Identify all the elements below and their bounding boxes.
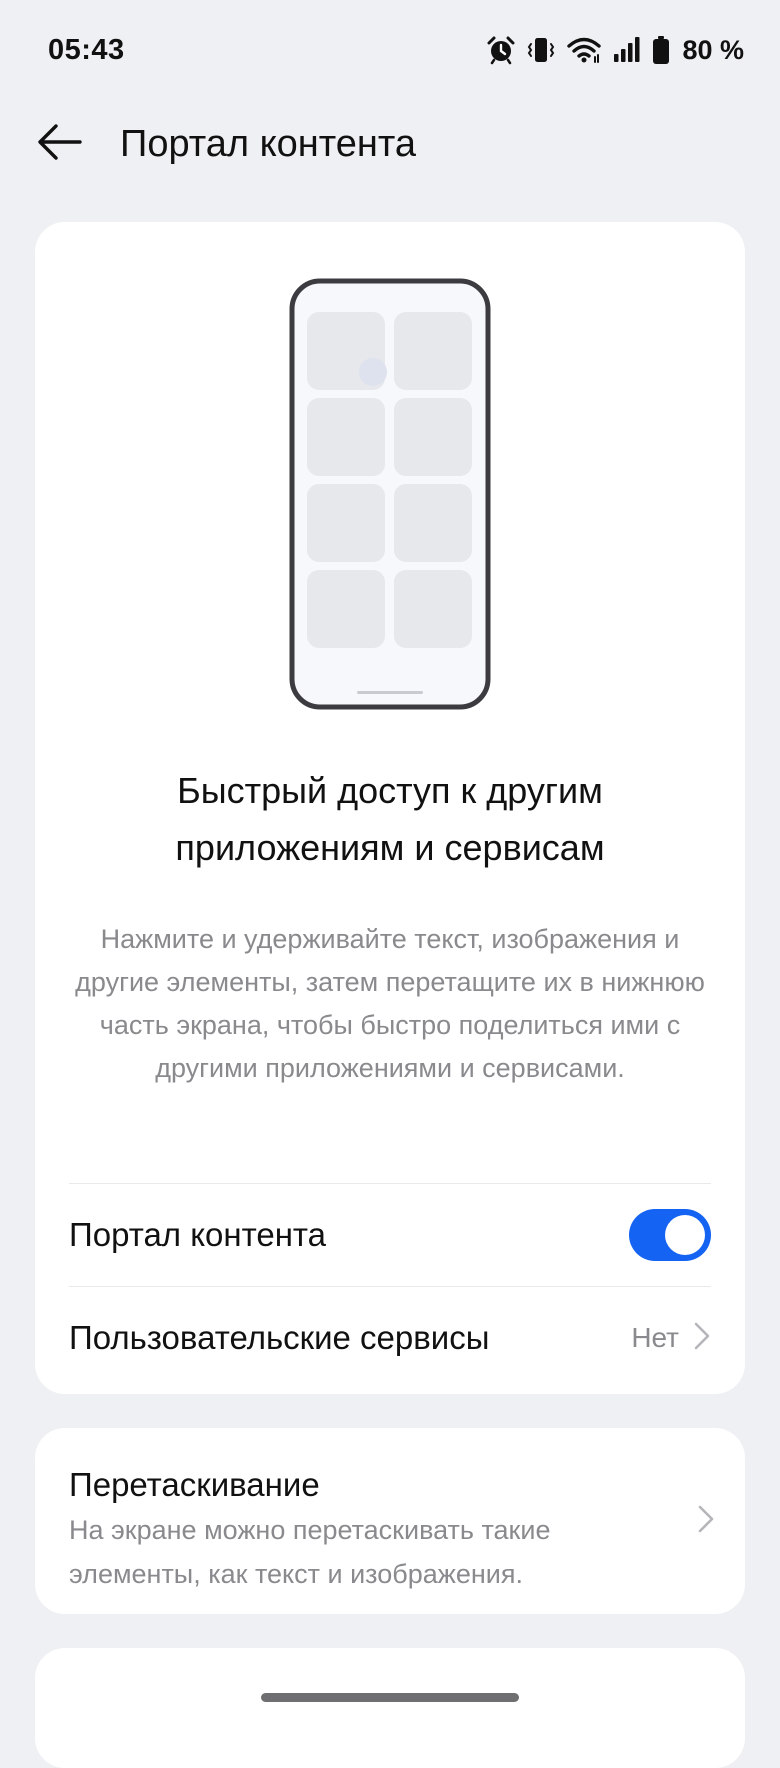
- page-title: Портал контента: [120, 122, 416, 165]
- status-time: 05:43: [48, 33, 125, 66]
- battery-percentage: 80 %: [682, 34, 744, 65]
- battery-icon: [652, 35, 670, 65]
- divider: [69, 1183, 711, 1184]
- status-icons: 80 %: [486, 35, 744, 66]
- signal-icon: [612, 35, 642, 65]
- vibrate-icon: [526, 35, 556, 65]
- app-bar: Портал контента: [0, 100, 780, 188]
- wifi-icon: [566, 35, 602, 65]
- content-portal-card: Быстрый доступ к другим приложениям и се…: [35, 222, 745, 1394]
- hero-description: Нажмите и удерживайте текст, изображения…: [75, 924, 705, 1083]
- drag-drop-title: Перетаскивание: [69, 1466, 320, 1503]
- divider: [69, 1286, 711, 1287]
- back-arrow-icon: [36, 122, 84, 167]
- status-bar: 05:43 80 %: [0, 0, 780, 100]
- alarm-icon: [486, 35, 516, 65]
- toggle-knob: [665, 1215, 705, 1255]
- custom-services-label: Пользовательские сервисы: [69, 1319, 490, 1356]
- custom-services-right: Нет: [631, 1321, 711, 1356]
- back-button[interactable]: [0, 100, 120, 188]
- custom-services-row[interactable]: Пользовательские сервисы Нет: [69, 1288, 711, 1388]
- custom-services-value: Нет: [631, 1322, 679, 1353]
- portal-toggle-switch[interactable]: [629, 1209, 711, 1261]
- drag-drop-description: На экране можно перетаскивать такие элем…: [69, 1515, 551, 1589]
- hero-headline: Быстрый доступ к другим приложениям и се…: [175, 770, 605, 868]
- portal-toggle-label: Портал контента: [69, 1216, 327, 1253]
- drag-drop-card[interactable]: Перетаскивание На экране можно перетаски…: [35, 1428, 745, 1614]
- phone-illustration: [289, 278, 491, 715]
- next-card: [35, 1648, 745, 1768]
- chevron-right-icon: [697, 1504, 715, 1539]
- chevron-right-icon: [693, 1321, 711, 1356]
- portal-toggle-row[interactable]: Портал контента: [69, 1185, 711, 1285]
- home-indicator[interactable]: [261, 1693, 519, 1702]
